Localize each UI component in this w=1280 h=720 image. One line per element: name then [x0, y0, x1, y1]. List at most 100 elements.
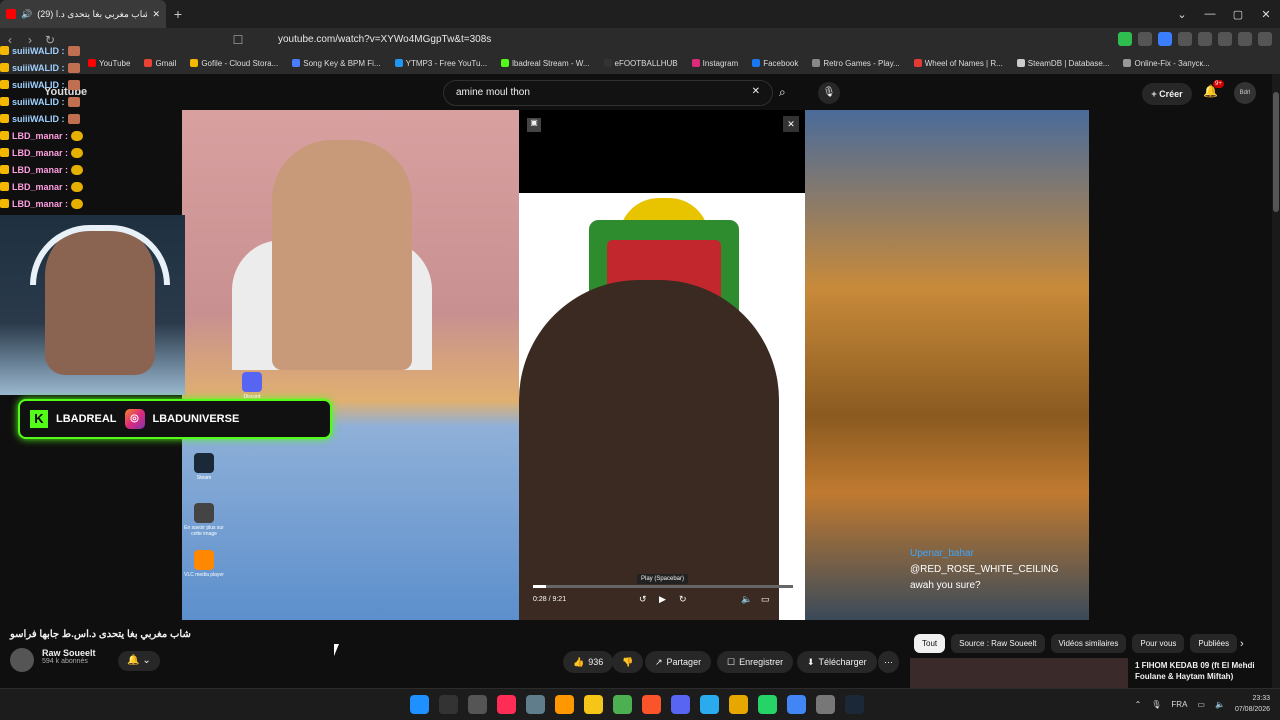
bookmark-item[interactable]: lbadreal Stream - W...: [501, 59, 590, 68]
bookmark-item[interactable]: SteamDB | Database...: [1016, 59, 1109, 68]
recommended-thumbnail[interactable]: [910, 658, 1128, 688]
youtube-favicon-icon: [6, 9, 16, 19]
recommended-title[interactable]: 1 FIHOM KEDAB 09 (ft El Mehdi Foulane & …: [1135, 660, 1270, 682]
play-icon[interactable]: ▶: [659, 594, 666, 605]
brave-icon[interactable]: [642, 695, 661, 714]
task-view-icon[interactable]: [468, 695, 487, 714]
mic-icon[interactable]: 🎙: [818, 82, 840, 104]
channel-info[interactable]: Raw Soueelt 594 k abonnés: [10, 648, 96, 672]
desktop-icon: Steam: [180, 453, 228, 481]
chevron-up-icon[interactable]: ⌃: [1135, 700, 1142, 709]
more-button[interactable]: ⋯: [878, 651, 899, 673]
bookmark-item[interactable]: Song Key & BPM Fi...: [292, 59, 381, 68]
notif-badge: 9+: [1213, 80, 1224, 88]
search-app-icon[interactable]: [555, 695, 574, 714]
kick-name: LBADREAL: [56, 413, 117, 425]
pip-icon[interactable]: ▣: [527, 118, 541, 132]
bookmark-favicon-icon: [394, 59, 403, 67]
maximize-button[interactable]: ▢: [1224, 0, 1252, 28]
puzzle-icon[interactable]: [1178, 32, 1192, 46]
forward-icon[interactable]: ↻: [679, 594, 687, 605]
bookmark-item[interactable]: Retro Games - Play...: [812, 59, 900, 68]
bookmark-item[interactable]: Gofile - Cloud Stora...: [190, 59, 278, 68]
filter-chip[interactable]: Source : Raw Soueelt: [951, 634, 1045, 653]
chat-badge-icon: [0, 97, 9, 106]
bookmark-label: YTMP3 - Free YouTu...: [405, 58, 488, 68]
menu-icon[interactable]: [1258, 32, 1272, 46]
speaker-icon[interactable]: 🔊: [21, 9, 32, 20]
rewind-icon[interactable]: ↺: [639, 594, 647, 605]
like-button[interactable]: 👍 936: [563, 651, 614, 673]
bookmark-item[interactable]: Online-Fix - Запуск...: [1123, 59, 1210, 68]
sidebar-icon[interactable]: [1238, 32, 1252, 46]
bookmark-item[interactable]: Wheel of Names | R...: [913, 59, 1003, 68]
bookmark-icon[interactable]: ☐: [228, 33, 248, 47]
filter-chip[interactable]: Tout: [914, 634, 946, 653]
dislike-button[interactable]: 👎: [612, 651, 644, 673]
bookmark-item[interactable]: YTMP3 - Free YouTu...: [394, 58, 488, 68]
search-icon[interactable]: [439, 695, 458, 714]
tab-list-button[interactable]: ⌄: [1168, 0, 1196, 28]
minimize-button[interactable]: —: [1196, 0, 1224, 28]
extension-icon[interactable]: [1138, 32, 1152, 46]
app-icon[interactable]: [729, 695, 748, 714]
filter-chip[interactable]: Pour vous: [1132, 634, 1185, 653]
app-icon[interactable]: [816, 695, 835, 714]
filter-chip[interactable]: Vidéos similaires: [1050, 634, 1127, 653]
volume-icon[interactable]: 🔈: [741, 594, 752, 605]
thumbs-down-icon: 👎: [622, 656, 634, 667]
chevron-right-icon[interactable]: ›: [1240, 638, 1244, 650]
avatar[interactable]: Bdrl: [1234, 82, 1256, 104]
create-button[interactable]: + Créer: [1142, 83, 1192, 105]
windows-start-icon[interactable]: [410, 695, 429, 714]
captions-icon[interactable]: ▭: [761, 594, 770, 605]
network-icon[interactable]: ▭: [1197, 700, 1205, 709]
channel-name[interactable]: Raw Soueelt: [42, 648, 96, 658]
new-tab-button[interactable]: +: [166, 6, 190, 22]
close-tab-icon[interactable]: ✕: [152, 9, 160, 20]
volume-icon[interactable]: 🔈: [1215, 700, 1225, 709]
steam-icon[interactable]: [845, 695, 864, 714]
video-center-panel: ▣ ✕: [519, 110, 805, 620]
bookmark-favicon-icon: [1016, 59, 1025, 67]
progress-bar[interactable]: [533, 585, 793, 588]
chrome-icon[interactable]: [787, 695, 806, 714]
chat-message: suiiiWALID :: [0, 76, 180, 93]
music-icon[interactable]: [1198, 32, 1212, 46]
share-button[interactable]: ↗ Partager: [645, 651, 712, 673]
mic-icon[interactable]: 🎙: [1151, 700, 1161, 709]
bookmark-item[interactable]: Instagram: [691, 59, 738, 68]
chat-badge-icon: [0, 131, 9, 140]
language-indicator[interactable]: FRA: [1171, 700, 1187, 709]
emote-icon: [71, 181, 84, 192]
folder-icon[interactable]: [584, 695, 603, 714]
fullscreen-icon[interactable]: ⤢: [781, 594, 788, 605]
extension-icon[interactable]: [1118, 32, 1132, 46]
search-icon[interactable]: ⌕: [779, 85, 786, 100]
video-player[interactable]: ▣ ✕ Upenar_bahar @RED_ROSE_WHITE_CEILING…: [182, 110, 1089, 620]
discord-icon[interactable]: [671, 695, 690, 714]
search-input[interactable]: amine moul thon ✕: [443, 80, 773, 106]
download-icon[interactable]: [1218, 32, 1232, 46]
channel-avatar[interactable]: [10, 648, 34, 672]
settings-icon[interactable]: [526, 695, 545, 714]
clear-icon[interactable]: ✕: [752, 86, 760, 97]
filter-chip[interactable]: Publiées: [1190, 634, 1238, 653]
extension-icon[interactable]: [1158, 32, 1172, 46]
bookmark-item[interactable]: eFOOTBALLHUB: [603, 59, 678, 68]
whatsapp-icon[interactable]: [758, 695, 777, 714]
subscribed-bell-button[interactable]: 🔔 ⌄: [118, 651, 160, 671]
url-field[interactable]: youtube.com/watch?v=XYWo4MGgpTw&t=308s: [278, 34, 491, 45]
desktop-icon: VLC media player: [180, 550, 228, 578]
page-scrollbar[interactable]: [1272, 74, 1280, 688]
bookmark-item[interactable]: Facebook: [752, 59, 798, 68]
close-window-button[interactable]: ✕: [1252, 0, 1280, 28]
download-button[interactable]: ⬇ Télécharger: [797, 651, 877, 673]
telegram-icon[interactable]: [700, 695, 719, 714]
clock[interactable]: 23:33 07/08/2026: [1235, 693, 1270, 715]
save-button[interactable]: ☐ Enregistrer: [717, 651, 794, 673]
tiktok-icon[interactable]: [497, 695, 516, 714]
close-icon[interactable]: ✕: [783, 116, 799, 132]
app-icon[interactable]: [613, 695, 632, 714]
browser-tab-active[interactable]: 🔊 (29) شاب مغربي بغا يتحدى د.ا... ✕: [0, 0, 166, 28]
